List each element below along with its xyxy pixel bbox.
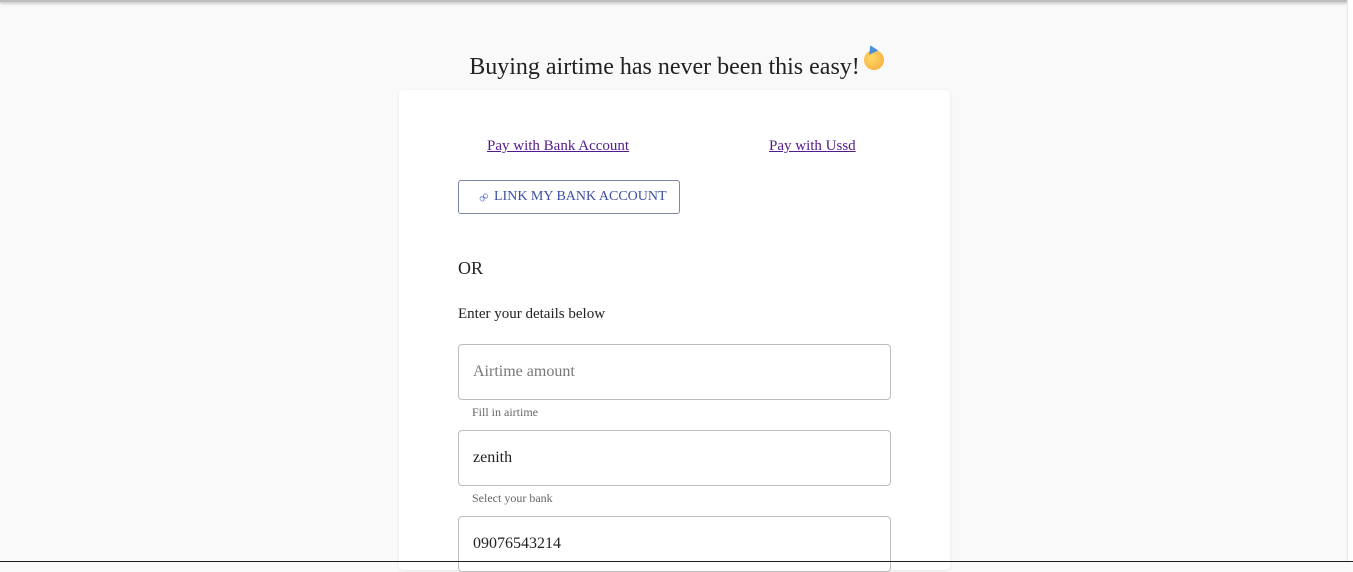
link-bank-account-button[interactable]: ∞ LINK MY BANK ACCOUNT bbox=[458, 180, 680, 214]
pay-with-bank-link[interactable]: Pay with Bank Account bbox=[487, 138, 629, 155]
page-title: Buying airtime has never been this easy! bbox=[0, 50, 1353, 81]
airtime-helper-text: Fill in airtime bbox=[472, 405, 538, 420]
party-face-icon bbox=[864, 50, 884, 70]
phone-number-value: 09076543214 bbox=[473, 535, 561, 553]
airtime-amount-placeholder: Airtime amount bbox=[473, 363, 575, 381]
scrollbar-track[interactable] bbox=[1347, 0, 1353, 562]
or-divider-text: OR bbox=[458, 258, 483, 279]
link-bank-account-label: LINK MY BANK ACCOUNT bbox=[494, 189, 667, 205]
bank-helper-text: Select your bank bbox=[472, 491, 553, 506]
phone-number-input[interactable]: 09076543214 bbox=[458, 516, 891, 572]
bank-select-input[interactable]: zenith bbox=[458, 430, 891, 486]
bank-select-value: zenith bbox=[473, 449, 512, 467]
page-title-text: Buying airtime has never been this easy! bbox=[469, 54, 860, 80]
top-shadow-bar bbox=[0, 0, 1348, 2]
pay-with-ussd-link[interactable]: Pay with Ussd bbox=[769, 138, 856, 155]
instructions-text: Enter your details below bbox=[458, 306, 605, 323]
airtime-amount-input[interactable]: Airtime amount bbox=[458, 344, 891, 400]
